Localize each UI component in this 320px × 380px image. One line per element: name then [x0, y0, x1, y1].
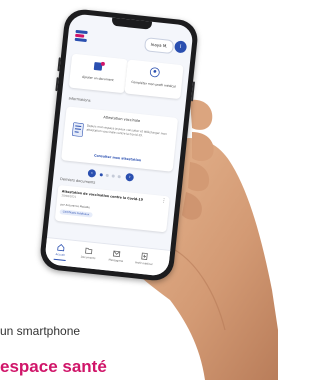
pager-dot[interactable] — [105, 173, 109, 177]
medical-profile-icon — [141, 252, 148, 260]
headline-text: espace santé — [0, 357, 107, 376]
pager-dot[interactable] — [111, 173, 115, 178]
scene: Inaya M. I Ajouter un document Compléter… — [0, 0, 278, 380]
certificate-icon — [72, 122, 84, 137]
info-card-body: Depuis mon espace je peux consulter et t… — [86, 123, 168, 138]
documents-section-title: Derniers documents — [59, 177, 96, 185]
home-icon — [57, 243, 65, 252]
caption-text: un smartphone — [0, 324, 81, 338]
nav-documents-label: Documents — [80, 255, 96, 261]
document-item[interactable]: Attestation de vaccination contre la Cov… — [54, 184, 170, 233]
user-name-chip[interactable]: Inaya M. — [143, 37, 175, 55]
nav-medical-profile-label: Profil médical — [134, 261, 153, 267]
nav-home-label: Accueil — [55, 252, 65, 257]
action-cards: Ajouter un document Compléter mon profil… — [68, 53, 184, 100]
nav-messages-label: Messagerie — [108, 258, 124, 264]
smartphone: Inaya M. I Ajouter un document Compléter… — [38, 7, 200, 283]
chevron-right-icon[interactable]: › — [125, 172, 135, 182]
add-document-label: Ajouter un document — [81, 74, 114, 83]
pager-dot[interactable] — [117, 174, 121, 178]
pager-dot[interactable] — [99, 172, 103, 176]
messages-icon — [112, 250, 121, 258]
app-logo-icon — [74, 29, 90, 43]
phone-screen: Inaya M. I Ajouter un document Compléter… — [44, 13, 194, 277]
medical-profile-icon — [149, 67, 160, 78]
add-document-icon — [93, 61, 105, 71]
avatar[interactable]: I — [173, 40, 188, 54]
documents-icon — [85, 247, 93, 255]
document-category-tag: Certificats médicaux — [59, 209, 93, 218]
document-author: par Assurance Maladie — [60, 203, 90, 210]
informations-section-title: Informations — [68, 96, 91, 103]
medical-profile-label: Compléter mon profil médical — [131, 79, 176, 89]
view-certificate-link[interactable]: Consulter mon attestation — [62, 150, 174, 166]
nav-medical-profile[interactable]: Profil médical — [132, 251, 156, 271]
medical-profile-card[interactable]: Compléter mon profil médical — [124, 59, 184, 100]
vaccination-info-card: Attestation vaccinale Depuis mon espace … — [61, 106, 179, 172]
more-options-icon[interactable]: ⋮ — [161, 198, 167, 204]
nav-home[interactable]: Accueil — [49, 242, 73, 262]
chevron-left-icon[interactable]: ‹ — [87, 168, 97, 178]
nav-documents[interactable]: Documents — [76, 245, 100, 265]
nav-messages[interactable]: Messagerie — [104, 248, 128, 268]
add-document-card[interactable]: Ajouter un document — [68, 53, 128, 94]
document-date: 20/08/2021 — [61, 194, 77, 199]
